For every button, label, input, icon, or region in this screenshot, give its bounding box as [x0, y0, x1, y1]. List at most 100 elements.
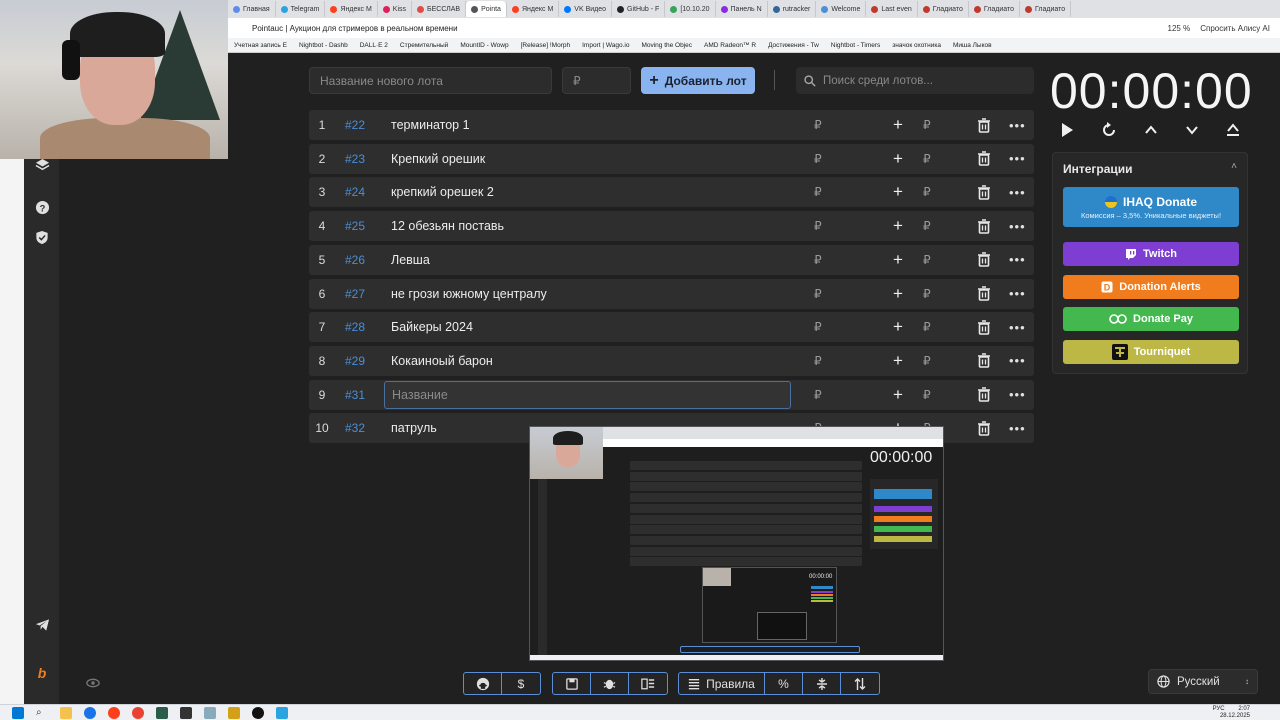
lot-search-input[interactable]: Поиск среди лотов... — [796, 67, 1034, 94]
add-amount-icon[interactable]: + — [893, 317, 903, 337]
trash-icon[interactable] — [977, 252, 991, 268]
twitch-button[interactable]: Twitch — [1063, 242, 1239, 266]
telegram-taskbar-icon[interactable] — [276, 706, 288, 719]
app-icon[interactable] — [156, 706, 168, 719]
save-button[interactable] — [553, 673, 591, 694]
app-icon[interactable] — [228, 706, 240, 719]
lot-name[interactable]: не грози южному централу — [391, 287, 547, 301]
browser-tab[interactable]: VK Видео — [559, 1, 613, 17]
add-amount-icon[interactable]: + — [893, 149, 903, 169]
more-options-icon[interactable]: ••• — [1009, 421, 1026, 436]
more-options-icon[interactable]: ••• — [1009, 252, 1026, 267]
explorer-icon[interactable] — [60, 706, 72, 719]
add-amount-icon[interactable]: + — [893, 182, 903, 202]
lot-name[interactable]: патруль — [391, 421, 437, 435]
browser-tab[interactable]: Pointa — [466, 1, 507, 17]
add-amount-input[interactable]: ₽ — [923, 287, 931, 301]
more-options-icon[interactable]: ••• — [1009, 353, 1026, 368]
lot-amount-input[interactable]: ₽ — [562, 67, 631, 94]
browser-tab[interactable]: Гладиато — [969, 1, 1021, 17]
add-amount-input[interactable]: ₽ — [923, 320, 931, 334]
browser-tab[interactable]: [10.10.20 — [665, 1, 716, 17]
lot-name-input[interactable]: Название — [384, 380, 791, 409]
shield-icon[interactable] — [32, 227, 52, 247]
trash-icon[interactable] — [977, 117, 991, 133]
browser-tab[interactable]: GitHub - F — [612, 1, 666, 17]
trash-icon[interactable] — [977, 185, 991, 200]
bookmark-item[interactable]: Moving the Objec — [635, 42, 698, 49]
github-button[interactable] — [464, 673, 502, 694]
donate-button[interactable]: $ — [502, 673, 540, 694]
rules-button[interactable]: Правила — [679, 673, 765, 694]
add-amount-icon[interactable]: + — [893, 115, 903, 135]
telegram-icon[interactable] — [32, 615, 52, 635]
chevron-up-icon[interactable] — [1144, 122, 1158, 144]
merge-button[interactable] — [803, 673, 841, 694]
chevron-up-icon[interactable]: ˄ — [1231, 161, 1237, 172]
obs-icon[interactable] — [180, 706, 192, 719]
browser-tab[interactable]: Гладиато — [1020, 1, 1072, 17]
trash-icon[interactable] — [977, 387, 991, 402]
lot-name[interactable]: крепкий орешек 2 — [391, 185, 494, 199]
bookmark-item[interactable]: [Release] !Morph — [515, 42, 577, 49]
trash-icon[interactable] — [977, 319, 991, 335]
trash-icon[interactable] — [977, 353, 991, 369]
alisa-button[interactable]: Спросить Алису AI — [1200, 24, 1270, 33]
add-amount-input[interactable]: ₽ — [923, 388, 931, 402]
clear-lots-button[interactable] — [629, 673, 667, 694]
trash-icon[interactable] — [977, 420, 991, 436]
trash-icon[interactable] — [977, 218, 991, 234]
search-icon[interactable]: ⌕ — [36, 707, 48, 719]
lot-name[interactable]: терминатор 1 — [391, 118, 470, 132]
visibility-icon[interactable] — [86, 677, 100, 691]
lot-name[interactable]: Байкеры 2024 — [391, 320, 473, 334]
help-icon[interactable]: ? — [32, 197, 52, 217]
bookmark-item[interactable]: Import | Wago.io — [576, 42, 635, 49]
app-icon[interactable] — [252, 706, 264, 719]
lot-name[interactable]: 12 обезьян поставь — [391, 219, 504, 233]
boosty-icon[interactable]: b — [32, 663, 52, 683]
bookmark-item[interactable]: Достижения - Tw — [762, 42, 825, 49]
add-amount-icon[interactable]: + — [893, 284, 903, 304]
chevron-down-icon[interactable] — [1185, 122, 1199, 144]
donation-alerts-button[interactable]: D Donation Alerts — [1063, 274, 1239, 299]
zoom-level[interactable]: 125 % — [1168, 24, 1191, 33]
add-amount-input[interactable]: ₽ — [923, 354, 931, 368]
browser-tab[interactable]: Telegram — [276, 1, 326, 17]
windows-start-icon[interactable] — [12, 706, 24, 719]
add-amount-input[interactable]: ₽ — [923, 253, 931, 267]
browser-tab[interactable]: Панель N — [716, 1, 768, 17]
trash-icon[interactable] — [977, 151, 991, 166]
new-lot-input[interactable]: Название нового лота — [309, 67, 552, 94]
app-icon[interactable] — [204, 706, 216, 719]
more-options-icon[interactable]: ••• — [1009, 320, 1026, 335]
more-options-icon[interactable]: ••• — [1009, 151, 1026, 166]
bookmark-item[interactable]: значок охотника — [886, 42, 947, 49]
add-lot-button[interactable]: + Добавить лот — [641, 67, 755, 94]
trash-icon[interactable] — [977, 286, 991, 301]
lot-name[interactable]: Кокаиноый барон — [391, 354, 493, 368]
add-amount-input[interactable]: ₽ — [923, 152, 931, 166]
bookmark-item[interactable]: Миша Лыков — [947, 42, 998, 49]
lot-name[interactable]: Крепкий орешик — [391, 152, 485, 166]
layers-icon[interactable] — [32, 155, 52, 175]
browser-tab[interactable]: Kiss — [378, 1, 413, 17]
bookmark-item[interactable]: DALL·E 2 — [354, 42, 394, 49]
percent-button[interactable]: % — [765, 673, 803, 694]
add-amount-icon[interactable]: + — [893, 351, 903, 371]
browser-tab[interactable]: rutracker — [768, 1, 817, 17]
browser-tab[interactable]: Яндекс М — [507, 1, 560, 17]
yandex-browser-icon[interactable] — [108, 706, 120, 719]
more-options-icon[interactable]: ••• — [1009, 118, 1026, 133]
bookmark-item[interactable]: MountID - Wowp — [454, 42, 514, 49]
donate-pay-button[interactable]: Donate Pay — [1063, 307, 1239, 332]
add-amount-input[interactable]: ₽ — [923, 185, 931, 199]
reset-icon[interactable] — [1101, 122, 1117, 144]
add-amount-icon[interactable]: + — [893, 216, 903, 236]
add-amount-icon[interactable]: + — [893, 385, 903, 405]
more-options-icon[interactable]: ••• — [1009, 185, 1026, 200]
more-options-icon[interactable]: ••• — [1009, 286, 1026, 301]
eject-icon[interactable] — [1226, 122, 1240, 144]
add-amount-input[interactable]: ₽ — [923, 219, 931, 233]
bookmark-item[interactable]: Nightbot - Timers — [825, 42, 887, 49]
